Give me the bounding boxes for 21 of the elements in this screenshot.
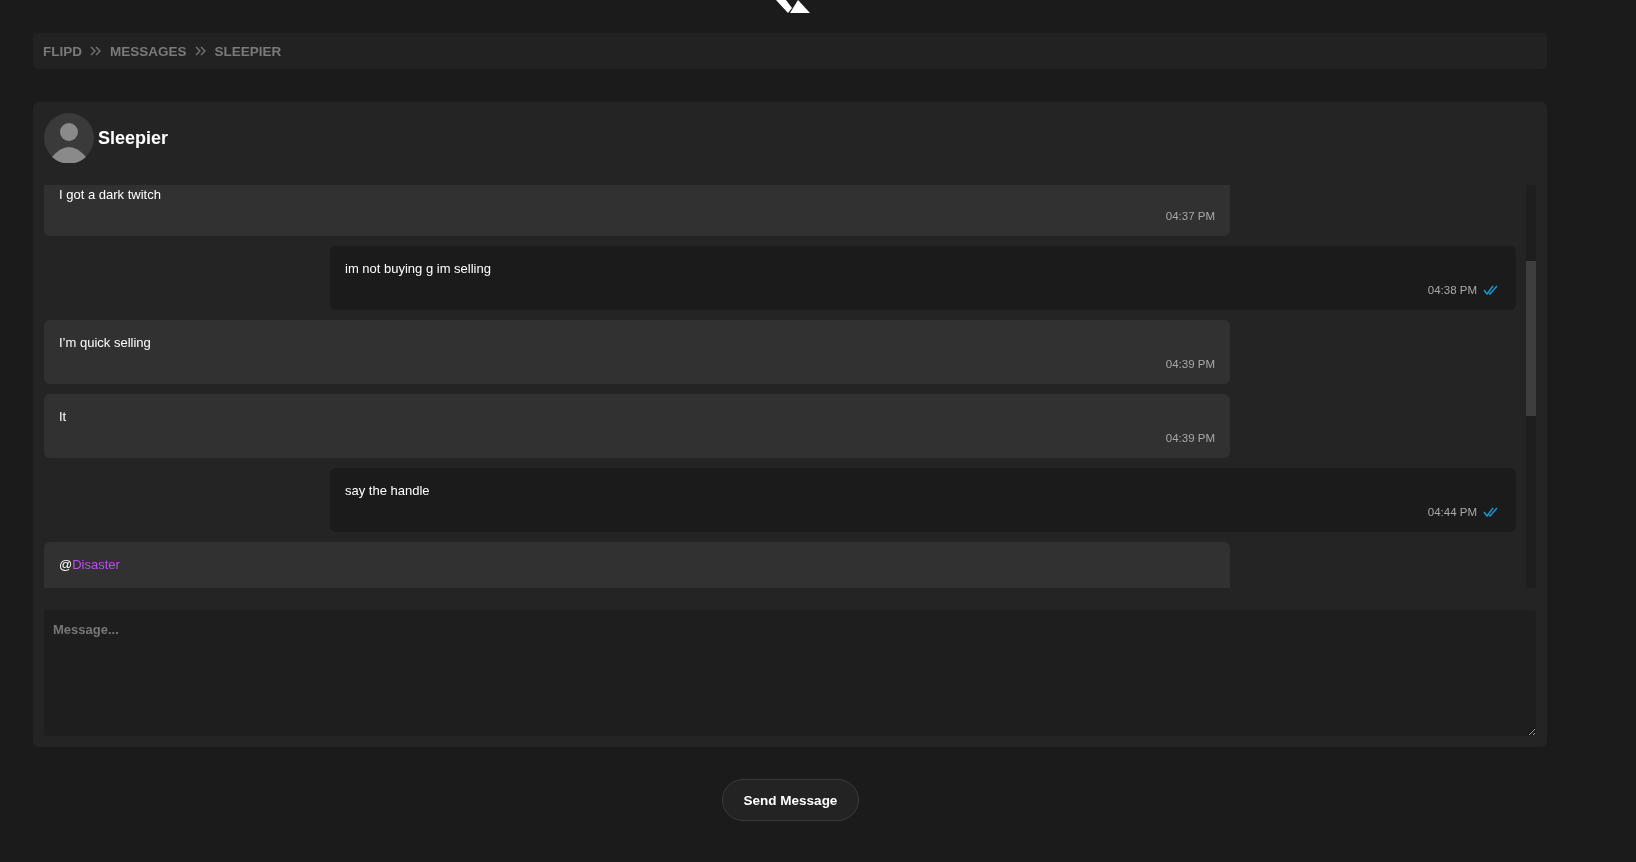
contact-name: Sleepier (98, 127, 169, 149)
message-input[interactable]: Message... (44, 610, 1536, 736)
message-text: It (59, 409, 67, 424)
chevron-icon (90, 46, 102, 56)
message-text: I got a dark twitch (59, 187, 161, 202)
message-text: I’m quick selling (59, 335, 151, 350)
send-button[interactable]: Send Message (721, 779, 860, 821)
breadcrumb-link[interactable]: MESSAGES (110, 43, 187, 59)
logo-icon (776, 0, 810, 13)
avatar-icon (44, 113, 94, 163)
breadcrumb-link[interactable]: SLEEPIER (214, 43, 282, 59)
message-time: 04:39 PM (1165, 358, 1215, 370)
message-text: say the handle (345, 483, 430, 498)
message-time: 04:44 PM (1427, 506, 1477, 518)
message-time: 04:37 PM (1165, 210, 1215, 222)
chevron-icon (194, 46, 207, 56)
message-time: 04:38 PM (1427, 284, 1477, 296)
breadcrumb-link[interactable]: FLIPD (43, 43, 82, 59)
message-time: 04:39 PM (1165, 432, 1215, 444)
message-text: im not buying g im selling (345, 261, 491, 276)
message-text: @Disaster (59, 557, 120, 572)
